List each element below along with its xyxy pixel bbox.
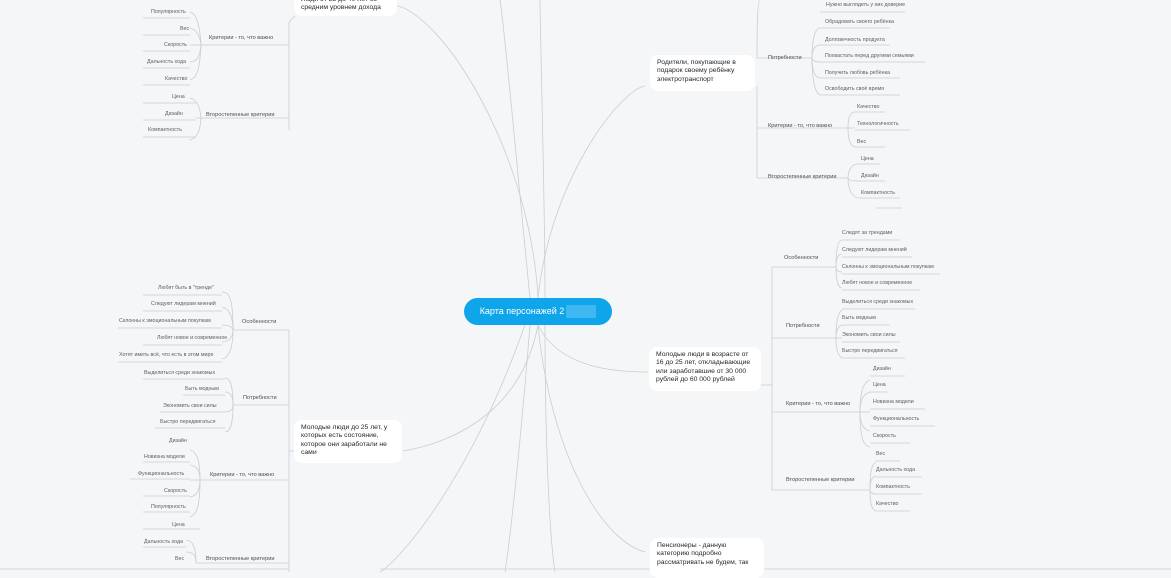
leaf-node[interactable]: Освободить своё время (825, 86, 884, 93)
leaf-node[interactable]: Любят новое и современное (842, 280, 912, 287)
secondary-criteria-node[interactable]: Второстепенные критерии (786, 477, 854, 484)
leaf-node[interactable]: Склонны к эмоциональным покупкам (842, 264, 934, 271)
leaf-node[interactable]: Вес (857, 139, 866, 146)
leaf-node[interactable]: Новизна модели (144, 454, 185, 461)
leaf-node[interactable]: Качество (165, 76, 187, 83)
leaf-node[interactable]: Технологичность (857, 121, 899, 128)
leaf-node[interactable]: Новизна модели (873, 399, 914, 406)
leaf-node[interactable]: Похвастать перед другими семьями (825, 53, 914, 60)
leaf-node[interactable]: Дальность хода (144, 539, 183, 546)
leaf-node[interactable]: Дизайн (873, 366, 891, 373)
secondary-criteria-node[interactable]: Второстепенные критерии (206, 556, 274, 563)
leaf-node[interactable]: Компактность (861, 190, 895, 197)
root-title: Карта персонажей 2 (479, 306, 565, 316)
leaf-node[interactable]: Экономить свои силы (842, 332, 896, 339)
criteria-node[interactable]: Критерии - то, что важно (210, 472, 274, 479)
root-topic[interactable]: Карта персонажей 2 (464, 298, 612, 325)
leaf-node[interactable]: Выделиться среди знакомых (842, 299, 913, 306)
leaf-node[interactable]: Вес (180, 26, 189, 33)
leaf-node[interactable]: Следят за трендами (842, 230, 892, 237)
leaf-node[interactable]: Популярность (151, 9, 186, 16)
leaf-node[interactable]: Выделиться среди знакомых (144, 370, 215, 377)
persona-title: Молодые люди в возрасте от 16 до 25 лет,… (656, 351, 751, 383)
leaf-node[interactable]: Быть модным (185, 386, 219, 393)
leaf-node[interactable]: Склонны к эмоциональным покупкам (119, 318, 211, 325)
leaf-node[interactable]: Хотят иметь всё, что есть в этом мире (119, 352, 213, 359)
criteria-node[interactable]: Критерии - то, что важно (786, 401, 850, 408)
features-node[interactable]: Особенности (784, 255, 818, 262)
persona-card-25-40[interactable]: Люди от 25 до 40 лет со средним уровнем … (294, 0, 397, 16)
leaf-node[interactable]: Следуют лидерам мнений (842, 247, 907, 254)
leaf-node[interactable]: Быстро передвигаться (160, 419, 216, 426)
leaf-node[interactable]: Цена (172, 522, 185, 529)
leaf-node[interactable]: Компактность (876, 484, 910, 491)
leaf-node[interactable]: Компактность (148, 127, 182, 134)
leaf-node[interactable]: Скорость (873, 433, 896, 440)
persona-card-young-16-25[interactable]: Молодые люди в возрасте от 16 до 25 лет,… (649, 347, 761, 391)
leaf-node[interactable]: Скорость (164, 488, 187, 495)
needs-node[interactable]: Потребности (768, 55, 802, 62)
leaf-node[interactable]: Быть модным (842, 315, 876, 322)
needs-node[interactable]: Потребности (786, 323, 820, 330)
leaf-node[interactable]: Дизайн (169, 438, 187, 445)
leaf-node[interactable]: Обрадовать своего ребёнка (825, 19, 894, 26)
leaf-node[interactable]: Дальность хода (876, 467, 915, 474)
features-node[interactable]: Особенности (242, 319, 276, 326)
leaf-node[interactable]: Цена (873, 382, 886, 389)
leaf-node[interactable]: Скорость (164, 42, 187, 49)
leaf-node[interactable]: Любят быть в "тренде" (158, 285, 214, 292)
leaf-node[interactable]: Функциональность (138, 471, 184, 478)
persona-title: Молодые люди до 25 лет, у которых есть с… (301, 424, 388, 456)
redaction-mask (566, 305, 597, 319)
leaf-node[interactable]: Цена (172, 94, 185, 101)
secondary-criteria-node[interactable]: Второстепенные критерии (768, 174, 836, 181)
persona-title: Пенсионеры - данную категорию подробно р… (657, 542, 749, 566)
leaf-node[interactable]: Качество (876, 501, 898, 508)
leaf-node[interactable]: Функциональность (873, 416, 919, 423)
secondary-criteria-node[interactable]: Второстепенные критерии (206, 112, 274, 119)
persona-title: Родители, покупающие в подарок своему ре… (657, 59, 736, 83)
leaf-node[interactable]: Нужно выглядеть у них доверие (826, 2, 905, 9)
leaf-node[interactable]: Дальность хода (147, 59, 186, 66)
leaf-node[interactable]: Вес (175, 556, 184, 563)
persona-card-parents[interactable]: Родители, покупающие в подарок своему ре… (650, 55, 755, 91)
leaf-node[interactable]: Дизайн (861, 173, 879, 180)
leaf-node[interactable]: Следуют лидерам мнений (151, 301, 216, 308)
mind-map-canvas[interactable]: Карта персонажей 2 Люди от 25 до 40 лет … (0, 0, 1171, 578)
leaf-node[interactable]: Получить любовь ребёнка (825, 70, 890, 77)
leaf-node[interactable]: Вес (876, 451, 885, 458)
persona-card-pensioners[interactable]: Пенсионеры - данную категорию подробно р… (650, 538, 764, 578)
leaf-node[interactable]: Качество (857, 104, 879, 111)
needs-node[interactable]: Потребности (243, 395, 277, 402)
leaf-node[interactable]: Дизайн (165, 111, 183, 118)
leaf-node[interactable]: Быстро передвигаться (842, 348, 898, 355)
leaf-node[interactable]: Популярность (151, 504, 186, 511)
leaf-node[interactable]: Долговечность продукта (825, 37, 885, 44)
persona-title: Люди от 25 до 40 лет со средним уровнем … (301, 0, 381, 12)
persona-card-rich-young[interactable]: Молодые люди до 25 лет, у которых есть с… (294, 420, 402, 463)
criteria-node[interactable]: Критерии - то, что важно (768, 123, 832, 130)
leaf-node[interactable]: Любят новое и современное (157, 335, 227, 342)
criteria-node[interactable]: Критерии - то, что важно (209, 35, 273, 42)
leaf-node[interactable]: Экономить свои силы (163, 403, 217, 410)
leaf-node[interactable]: Цена (861, 156, 874, 163)
